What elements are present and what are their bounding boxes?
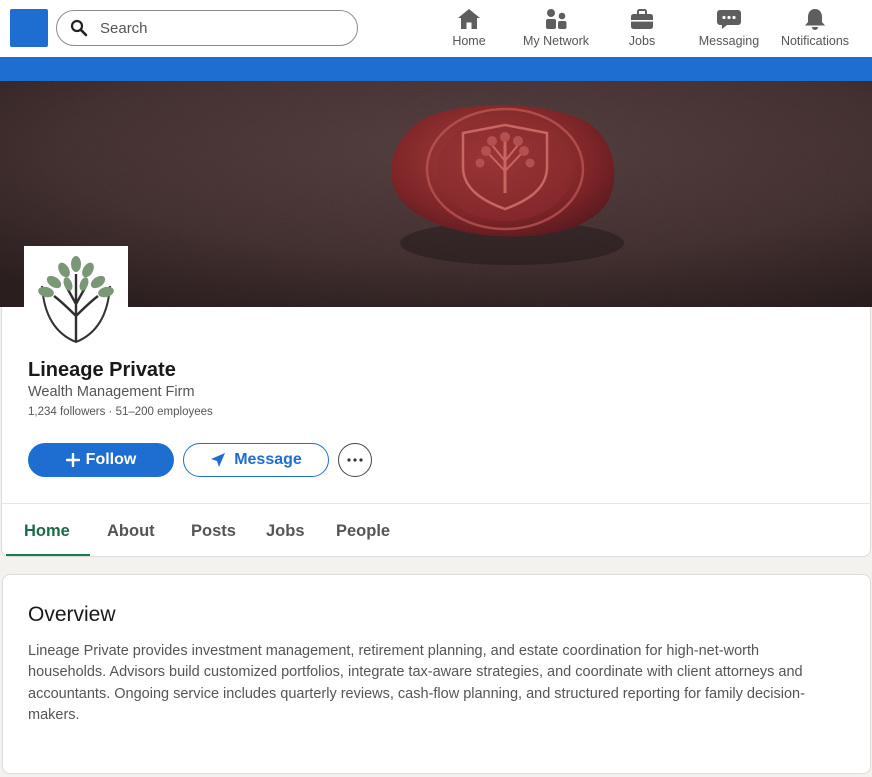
overview-text: Lineage Private provides investment mana… — [28, 643, 805, 723]
company-industry: Wealth Management Firm — [28, 384, 195, 400]
message-button-label: Message — [234, 451, 302, 468]
nav-home[interactable]: Home — [449, 6, 489, 52]
search-box[interactable] — [56, 10, 358, 46]
overview-title: Overview — [28, 603, 116, 626]
brand-strip — [0, 57, 872, 81]
plus-icon — [65, 453, 80, 467]
tab-jobs[interactable]: Jobs — [266, 522, 305, 541]
tab-home[interactable]: Home — [24, 522, 70, 541]
send-icon — [211, 453, 226, 467]
ellipsis-icon — [347, 458, 363, 462]
people-icon — [543, 6, 569, 32]
top-navigation: Home My Network Jobs Messaging — [0, 0, 872, 57]
follow-button[interactable]: Follow — [28, 443, 174, 477]
follow-button-label: Follow — [85, 451, 137, 468]
cover-banner — [0, 81, 872, 307]
wax-seal-banner-image — [0, 81, 872, 307]
active-tab-indicator — [6, 554, 90, 556]
nav-jobs[interactable]: Jobs — [626, 6, 658, 52]
company-logo — [24, 246, 128, 346]
nav-my-network-label: My Network — [523, 34, 589, 48]
card-divider — [2, 503, 870, 504]
search-input[interactable] — [100, 19, 320, 37]
tab-about[interactable]: About — [107, 522, 155, 541]
home-icon — [456, 6, 482, 32]
search-icon — [70, 19, 88, 37]
nav-notifications[interactable]: Notifications — [778, 6, 852, 52]
bell-icon — [802, 6, 828, 32]
briefcase-icon — [629, 6, 655, 32]
nav-messaging[interactable]: Messaging — [697, 6, 761, 52]
tree-shield-logo-icon — [38, 256, 114, 344]
nav-my-network[interactable]: My Network — [518, 6, 594, 52]
nav-jobs-label: Jobs — [628, 34, 656, 48]
app-logo[interactable] — [10, 9, 48, 47]
tab-posts[interactable]: Posts — [191, 522, 236, 541]
chat-bubble-icon — [716, 6, 742, 32]
company-name: Lineage Private — [28, 359, 176, 381]
nav-notifications-label: Notifications — [780, 34, 850, 48]
tab-people[interactable]: People — [336, 522, 390, 541]
nav-messaging-label: Messaging — [698, 34, 760, 48]
nav-home-label: Home — [452, 34, 486, 48]
company-stats: 1,234 followers · 51–200 employees — [28, 406, 213, 418]
more-options-button[interactable] — [338, 443, 372, 477]
message-button[interactable]: Message — [183, 443, 329, 477]
